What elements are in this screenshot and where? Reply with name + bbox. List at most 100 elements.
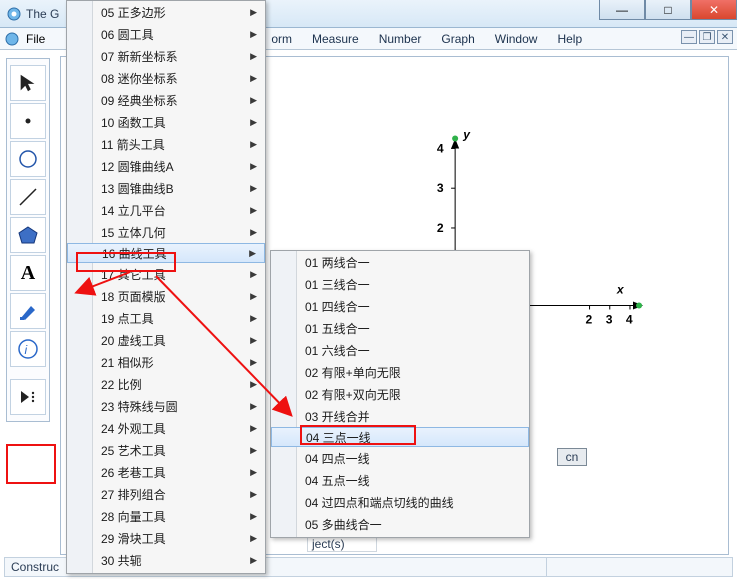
menu-item[interactable]: 26 老巷工具▶ [67, 461, 265, 483]
window-buttons: — □ ✕ [599, 0, 737, 20]
maximize-button[interactable]: □ [645, 0, 691, 20]
tool-polygon[interactable] [10, 217, 46, 253]
tool-line[interactable] [10, 179, 46, 215]
submenu-arrow-icon: ▶ [250, 555, 257, 566]
menu-item[interactable]: 20 虚线工具▶ [67, 329, 265, 351]
tool-point[interactable] [10, 103, 46, 139]
menu-item-label: 24 外观工具 [101, 420, 166, 437]
svg-text:3: 3 [437, 181, 444, 195]
menu-item[interactable]: 14 立几平台▶ [67, 199, 265, 221]
svg-text:4: 4 [437, 142, 444, 156]
menu-item[interactable]: 17 其它工具▶ [67, 263, 265, 285]
submenu-arrow-icon: ▶ [250, 161, 257, 172]
svg-text:4: 4 [626, 312, 633, 326]
menu-item-label: 01 六线合一 [305, 342, 370, 359]
menu-item[interactable]: 05 多曲线合一 [271, 513, 529, 535]
menu-item-label: 30 共轭 [101, 552, 142, 569]
menu-item[interactable]: 11 箭头工具▶ [67, 133, 265, 155]
menu-item[interactable]: 05 正多边形▶ [67, 1, 265, 23]
mdi-close[interactable]: ✕ [717, 30, 733, 44]
menu-item[interactable]: 08 迷你坐标系▶ [67, 67, 265, 89]
menu-item[interactable]: 01 两线合一 [271, 251, 529, 273]
minimize-button[interactable]: — [599, 0, 645, 20]
menu-item[interactable]: 01 三线合一 [271, 273, 529, 295]
hint-box: cn [557, 448, 587, 466]
submenu-arrow-icon: ▶ [250, 269, 257, 280]
submenu-arrow-icon: ▶ [250, 533, 257, 544]
submenu-arrow-icon: ▶ [250, 423, 257, 434]
menu-item-label: 28 向量工具 [101, 508, 166, 525]
menu-item[interactable]: 04 五点一线 [271, 469, 529, 491]
menu-item-label: 02 有限+单向无限 [305, 364, 401, 381]
menu-item[interactable]: 27 排列组合▶ [67, 483, 265, 505]
left-toolbar: A i [6, 58, 50, 422]
menu-item-label: 02 有限+双向无限 [305, 386, 401, 403]
mdi-minimize[interactable]: — [681, 30, 697, 44]
menu-item[interactable]: 02 有限+单向无限 [271, 361, 529, 383]
submenu-arrow-icon: ▶ [250, 183, 257, 194]
menu-item[interactable]: Window [491, 30, 542, 48]
menu-item[interactable]: 12 圆锥曲线A▶ [67, 155, 265, 177]
svg-text:2: 2 [586, 312, 593, 326]
close-button[interactable]: ✕ [691, 0, 737, 20]
menu-item[interactable]: 24 外观工具 ▶ [67, 417, 265, 439]
menu-item[interactable]: Graph [437, 30, 478, 48]
submenu-arrow-icon: ▶ [250, 51, 257, 62]
tools-submenu: 05 正多边形▶06 圆工具▶07 新新坐标系▶08 迷你坐标系▶09 经典坐标… [66, 0, 266, 574]
menu-item[interactable]: 19 点工具▶ [67, 307, 265, 329]
menu-item-label: 08 迷你坐标系 [101, 70, 178, 87]
menu-item[interactable]: Help [553, 30, 586, 48]
menu-item-label: 23 特殊线与圆 [101, 398, 178, 415]
menu-item-label: 04 过四点和端点切线的曲线 [305, 494, 454, 511]
menu-item[interactable]: Number [375, 30, 426, 48]
svg-text:x: x [616, 283, 625, 297]
menu-item[interactable]: 28 向量工具 ▶ [67, 505, 265, 527]
menu-item[interactable]: 13 圆锥曲线B▶ [67, 177, 265, 199]
menu-item[interactable]: orm [267, 30, 296, 48]
menu-item[interactable]: 18 页面模版 ▶ [67, 285, 265, 307]
toolbar-sep [10, 369, 46, 377]
submenu-arrow-icon: ▶ [250, 205, 257, 216]
menu-item[interactable]: 02 有限+双向无限 [271, 383, 529, 405]
menu-item[interactable]: 16 曲线工具▶ [67, 243, 265, 263]
menu-item[interactable]: 07 新新坐标系 ▶ [67, 45, 265, 67]
menu-item[interactable]: 04 四点一线 [271, 447, 529, 469]
submenu-arrow-icon: ▶ [250, 511, 257, 522]
menu-item[interactable]: 15 立体几何▶ [67, 221, 265, 243]
menu-item[interactable]: 09 经典坐标系▶ [67, 89, 265, 111]
submenu-arrow-icon: ▶ [250, 29, 257, 40]
tool-text[interactable]: A [10, 255, 46, 291]
status-cell [546, 558, 726, 576]
menu-item[interactable]: 21 相似形▶ [67, 351, 265, 373]
svg-text:3: 3 [606, 312, 613, 326]
menu-item[interactable]: 04 三点一线 [271, 427, 529, 447]
tool-info[interactable]: i [10, 331, 46, 367]
menu-item-label: 18 页面模版 [101, 288, 166, 305]
menu-item[interactable]: 06 圆工具▶ [67, 23, 265, 45]
tool-selection[interactable] [10, 65, 46, 101]
menu-item[interactable]: 01 六线合一 [271, 339, 529, 361]
menu-item[interactable]: 30 共轭 ▶ [67, 549, 265, 571]
menu-file[interactable]: File [26, 32, 45, 46]
menu-item[interactable]: 01 五线合一 [271, 317, 529, 339]
tool-custom[interactable] [10, 379, 46, 415]
menu-item[interactable]: 29 滑块工具▶ [67, 527, 265, 549]
tool-circle[interactable] [10, 141, 46, 177]
menu-item-label: 07 新新坐标系 [101, 48, 178, 65]
menu-item[interactable]: 25 艺术工具▶ [67, 439, 265, 461]
menu-item[interactable]: 10 函数工具▶ [67, 111, 265, 133]
menu-item[interactable]: 04 过四点和端点切线的曲线 [271, 491, 529, 513]
tool-marker[interactable] [10, 293, 46, 329]
submenu-arrow-icon: ▶ [250, 291, 257, 302]
menu-item-label: 10 函数工具 [101, 114, 166, 131]
menu-item-label: 20 虚线工具 [101, 332, 166, 349]
menu-item-label: 05 正多边形 [101, 4, 166, 21]
menu-item[interactable]: 22 比例▶ [67, 373, 265, 395]
menu-item[interactable]: 03 开线合并 [271, 405, 529, 427]
menu-item[interactable]: 01 四线合一 [271, 295, 529, 317]
menu-item[interactable]: Measure [308, 30, 363, 48]
menu-item-label: 04 四点一线 [305, 450, 370, 467]
mdi-restore[interactable]: ❐ [699, 30, 715, 44]
menu-item[interactable]: 23 特殊线与圆▶ [67, 395, 265, 417]
menu-item-label: 16 曲线工具 [102, 245, 167, 262]
